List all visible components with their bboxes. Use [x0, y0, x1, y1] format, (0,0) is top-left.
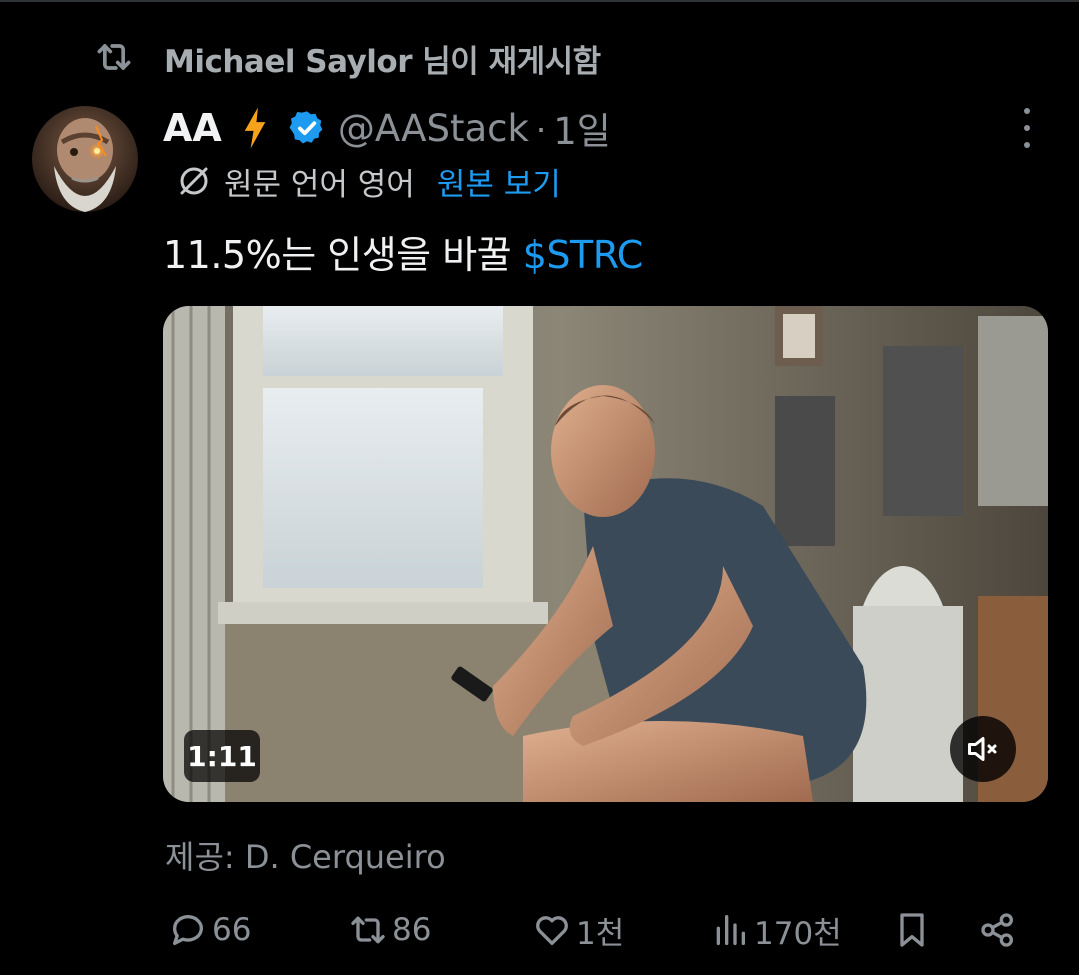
- mute-toggle-button[interactable]: [950, 716, 1016, 782]
- repost-indicator[interactable]: Michael Saylor 님이 재게시함: [92, 34, 601, 80]
- tweet-body: 11.5%는 인생을 바꿀: [163, 233, 523, 277]
- more-options-icon[interactable]: [1012, 108, 1042, 148]
- lightning-icon: [244, 107, 266, 149]
- reply-button[interactable]: 66: [168, 900, 251, 960]
- action-bar: 66 86 1천 170천: [168, 900, 1028, 960]
- share-button[interactable]: [978, 900, 1018, 960]
- author-name[interactable]: AA: [163, 106, 222, 150]
- tweet-text: 11.5%는 인생을 바꿀 $STRC: [163, 224, 643, 279]
- reply-icon: [173, 915, 203, 945]
- original-language-label: 원문 언어 영어: [224, 166, 415, 203]
- author-handle[interactable]: @AAStack: [338, 107, 529, 150]
- video-duration: 1:11: [184, 730, 260, 782]
- share-icon: [981, 913, 1013, 947]
- tweet-header: AA @AAStack · 1일: [163, 100, 611, 156]
- repost-icon: [351, 916, 385, 944]
- views-chart-icon: [716, 915, 745, 945]
- reply-count: 66: [212, 912, 252, 948]
- views-button[interactable]: 170천: [710, 900, 842, 960]
- repost-icon: [97, 44, 131, 70]
- separator-dot: ·: [534, 107, 548, 148]
- video-thumbnail: [163, 306, 1048, 802]
- repost-count: 86: [392, 912, 432, 948]
- video-player[interactable]: [163, 306, 1048, 802]
- avatar[interactable]: [32, 106, 138, 212]
- cashtag-link[interactable]: $STRC: [523, 233, 644, 277]
- show-original-link[interactable]: 원본 보기: [437, 159, 561, 204]
- view-count: 170천: [754, 915, 842, 952]
- volume-muted-icon: [968, 737, 997, 761]
- bookmark-icon: [900, 913, 924, 947]
- repost-button[interactable]: 86: [348, 900, 431, 960]
- media-credit[interactable]: 제공: D. Cerqueiro: [165, 832, 446, 878]
- translate-icon: [180, 167, 208, 195]
- post-time[interactable]: 1일: [553, 101, 611, 155]
- verified-badge-icon[interactable]: [288, 109, 326, 147]
- top-divider: [0, 0, 1079, 2]
- like-button[interactable]: 1천: [532, 900, 624, 960]
- like-count: 1천: [576, 915, 625, 952]
- repost-text[interactable]: Michael Saylor 님이 재게시함: [164, 36, 601, 81]
- heart-icon: [536, 916, 568, 945]
- bookmark-button[interactable]: [892, 900, 932, 960]
- translation-row: 원문 언어 영어 원본 보기: [176, 158, 561, 204]
